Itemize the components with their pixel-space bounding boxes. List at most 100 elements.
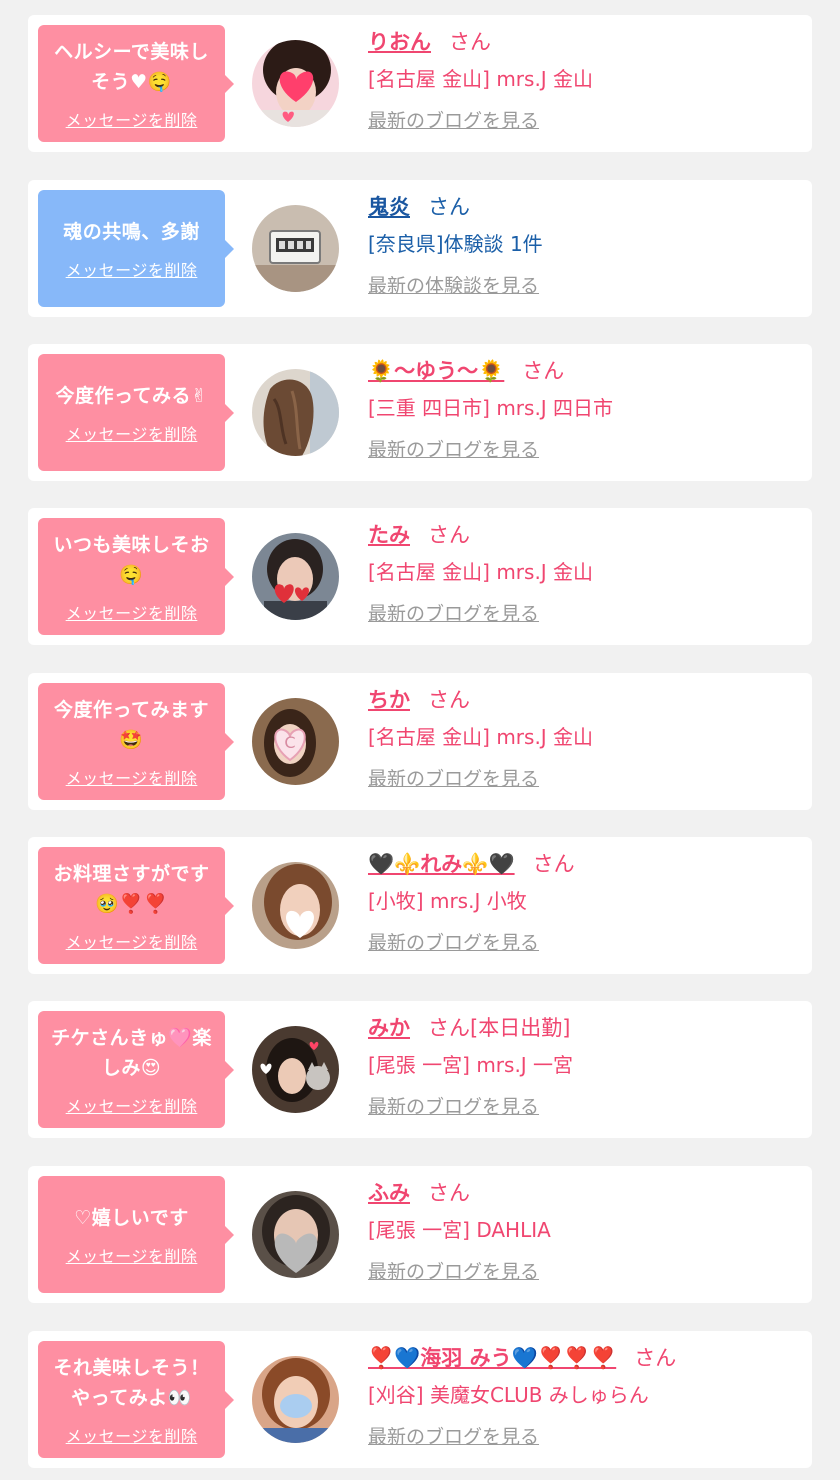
shop-label: [刈谷] 美魔女CLUB みしゅらん [368,1383,649,1407]
latest-blog-link[interactable]: 最新のブログを見る [368,765,539,793]
message-text: お料理さすがです🥹❣️❣️ [53,862,210,915]
honorific: さん [634,1346,677,1370]
honorific: さん [428,688,470,712]
message-text: チケさんきゅ🩷楽しみ😍 [51,1026,212,1079]
message-bubble: 今度作ってみます🤩 メッセージを削除 [38,683,234,800]
honorific: さん [522,359,565,383]
profile-photo-blue-mask-icon [252,1356,339,1443]
honorific: さん [449,30,491,54]
latest-blog-link[interactable]: 最新のブログを見る [368,600,539,628]
latest-blog-link[interactable]: 最新のブログを見る [368,107,539,135]
message-text: ヘルシーで美味しそう♥🤤 [54,40,209,93]
honorific: さん [428,195,470,219]
profile-photo-gray-heart-icon [252,1191,339,1278]
card-info: ふみ さん [尾張 一宮] DAHLIA 最新のブログを見る [368,1178,802,1286]
message-card: 魂の共鳴、多謝 メッセージを削除 鬼炎 さん [奈良県]体験談 1件 最新の体験談… [28,180,812,317]
profile-photo-heart-sticker-icon [252,533,339,620]
card-info: たみ さん [名古屋 金山] mrs.J 金山 最新のブログを見る [368,520,802,628]
latest-blog-link[interactable]: 最新のブログを見る [368,929,539,957]
avatar[interactable] [252,40,339,127]
shop-label: [名古屋 金山] mrs.J 金山 [368,67,594,91]
user-name-link[interactable]: たみ [368,523,410,547]
honorific: さん [428,1181,470,1205]
honorific: さん [532,852,575,876]
user-name-link[interactable]: 鬼炎 [368,195,410,219]
card-info: ❣️💙海羽 みう💙❣️❣️❣️ さん [刈谷] 美魔女CLUB みしゅらん 最新の… [368,1343,802,1451]
message-bubble: 今度作ってみる✌ メッセージを削除 [38,354,234,471]
latest-review-link[interactable]: 最新の体験談を見る [368,272,539,300]
avatar[interactable] [252,369,339,456]
message-bubble: ♡嬉しいです メッセージを削除 [38,1176,234,1293]
shop-label: [小牧] mrs.J 小牧 [368,889,527,913]
delete-message-link[interactable]: メッセージを削除 [66,929,198,953]
user-name-link[interactable]: ❣️💙海羽 みう💙❣️❣️❣️ [368,1346,616,1370]
message-card: 今度作ってみる✌ メッセージを削除 🌻〜ゆう〜🌻 さん [三重 四日市] mrs.… [28,344,812,481]
delete-message-link[interactable]: メッセージを削除 [66,1423,198,1447]
message-card: 今度作ってみます🤩 メッセージを削除 C ちか さん [名古屋 金山] mrs.J… [28,673,812,810]
shop-label: [尾張 一宮] mrs.J 一宮 [368,1053,574,1077]
report-label: [奈良県]体験談 1件 [368,232,543,256]
honorific: さん[本日出勤] [428,1016,571,1040]
message-text: 今度作ってみます🤩 [53,698,210,751]
message-card: ♡嬉しいです メッセージを削除 ふみ さん [尾張 一宮] DAHLIA 最新のブ… [28,1166,812,1303]
user-name-link[interactable]: みか [368,1016,410,1040]
shop-label: [尾張 一宮] DAHLIA [368,1218,551,1242]
user-name-link[interactable]: りおん [368,30,431,54]
avatar[interactable] [252,1191,339,1278]
message-card: それ美味しそう！やってみよ👀 メッセージを削除 ❣️💙海羽 みう💙❣️❣️❣️ さ… [28,1331,812,1468]
avatar[interactable] [252,205,339,292]
user-name-link[interactable]: ちか [368,688,410,712]
card-info: 🖤⚜️れみ⚜️🖤 さん [小牧] mrs.J 小牧 最新のブログを見る [368,849,802,957]
message-bubble: ヘルシーで美味しそう♥🤤 メッセージを削除 [38,25,234,142]
delete-message-link[interactable]: メッセージを削除 [66,600,198,624]
svg-text:C: C [284,733,295,752]
profile-photo-heart-c-sticker-icon: C [252,698,339,785]
message-bubble: いつも美味しそお🤤 メッセージを削除 [38,518,234,635]
message-card: チケさんきゅ🩷楽しみ😍 メッセージを削除 みか さん[本日出勤] [尾張 一宮] … [28,1001,812,1138]
delete-message-link[interactable]: メッセージを削除 [66,107,198,131]
message-card: お料理さすがです🥹❣️❣️ メッセージを削除 🖤⚜️れみ⚜️🖤 さん [小牧] m… [28,837,812,974]
profile-photo-clock-icon [252,205,339,292]
message-bubble: チケさんきゅ🩷楽しみ😍 メッセージを削除 [38,1011,234,1128]
message-text: ♡嬉しいです [74,1206,189,1229]
profile-photo-white-heart-icon [252,862,339,949]
profile-photo-heart-sticker-icon [252,40,339,127]
delete-message-link[interactable]: メッセージを削除 [66,765,198,789]
message-card: ヘルシーで美味しそう♥🤤 メッセージを削除 りおん さん [名古屋 金山] mrs… [28,15,812,152]
user-name-link[interactable]: 🌻〜ゆう〜🌻 [368,359,504,383]
delete-message-link[interactable]: メッセージを削除 [66,1243,198,1267]
avatar[interactable] [252,533,339,620]
card-info: 🌻〜ゆう〜🌻 さん [三重 四日市] mrs.J 四日市 最新のブログを見る [368,356,802,464]
delete-message-link[interactable]: メッセージを削除 [66,257,198,281]
avatar[interactable]: C [252,698,339,785]
latest-blog-link[interactable]: 最新のブログを見る [368,1258,539,1286]
card-info: ちか さん [名古屋 金山] mrs.J 金山 最新のブログを見る [368,685,802,793]
shop-label: [三重 四日市] mrs.J 四日市 [368,396,614,420]
avatar[interactable] [252,1026,339,1113]
message-text: それ美味しそう！やってみよ👀 [53,1356,210,1409]
message-bubble: 魂の共鳴、多謝 メッセージを削除 [38,190,234,307]
delete-message-link[interactable]: メッセージを削除 [66,421,198,445]
delete-message-link[interactable]: メッセージを削除 [66,1093,198,1117]
user-name-link[interactable]: ふみ [368,1181,410,1205]
latest-blog-link[interactable]: 最新のブログを見る [368,436,539,464]
avatar[interactable] [252,862,339,949]
message-text: 魂の共鳴、多謝 [63,220,200,243]
latest-blog-link[interactable]: 最新のブログを見る [368,1093,539,1121]
avatar[interactable] [252,1356,339,1443]
card-info: みか さん[本日出勤] [尾張 一宮] mrs.J 一宮 最新のブログを見る [368,1013,802,1121]
message-bubble: それ美味しそう！やってみよ👀 メッセージを削除 [38,1341,234,1458]
user-name-link[interactable]: 🖤⚜️れみ⚜️🖤 [368,852,515,876]
card-info: 鬼炎 さん [奈良県]体験談 1件 最新の体験談を見る [368,192,802,300]
honorific: さん [428,523,470,547]
card-info: りおん さん [名古屋 金山] mrs.J 金山 最新のブログを見る [368,27,802,135]
message-card: いつも美味しそお🤤 メッセージを削除 たみ さん [名古屋 金山] mrs.J 金… [28,508,812,645]
message-bubble: お料理さすがです🥹❣️❣️ メッセージを削除 [38,847,234,964]
shop-label: [名古屋 金山] mrs.J 金山 [368,725,594,749]
profile-photo-cat-stickers-icon [252,1026,339,1113]
message-text: 今度作ってみる✌ [55,384,208,407]
profile-photo-hair-icon [252,369,339,456]
message-text: いつも美味しそお🤤 [53,533,210,586]
shop-label: [名古屋 金山] mrs.J 金山 [368,560,594,584]
latest-blog-link[interactable]: 最新のブログを見る [368,1423,539,1451]
